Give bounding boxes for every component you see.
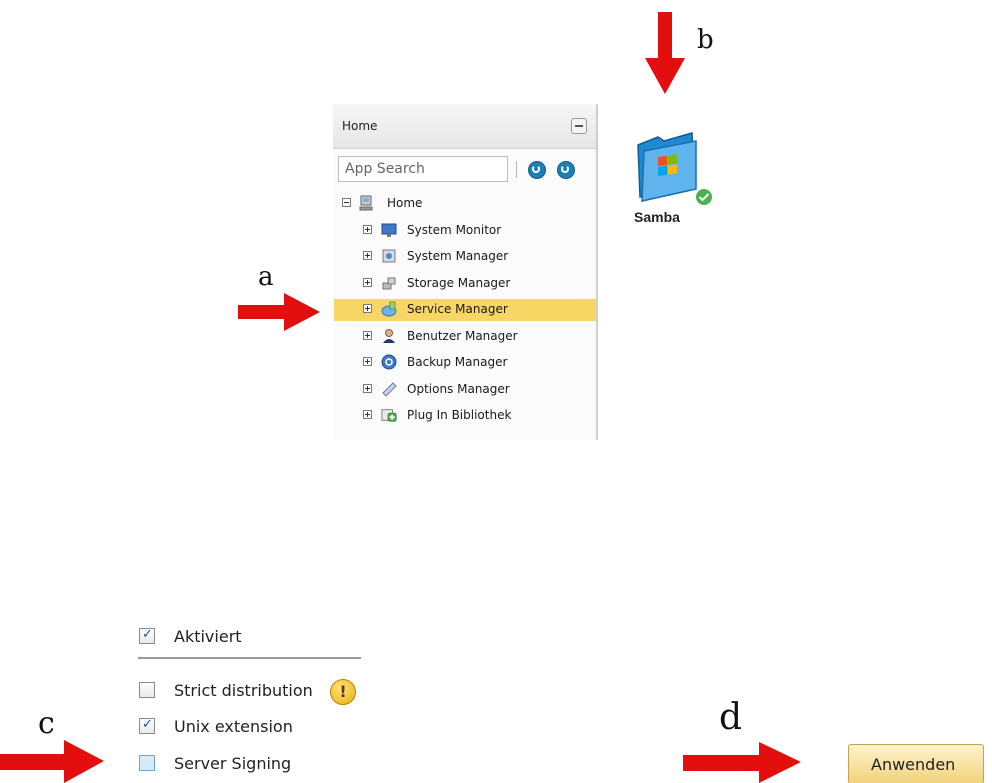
expand-icon[interactable] — [363, 331, 372, 340]
server-signing-checkbox[interactable] — [139, 755, 155, 771]
aktiviert-label: Aktiviert — [174, 627, 242, 646]
collapse-tree-icon[interactable] — [342, 198, 351, 207]
system-manager-icon — [382, 249, 396, 263]
arrow-c — [0, 740, 104, 783]
samba-label: Samba — [634, 209, 680, 225]
unix-extension-label: Unix extension — [174, 717, 293, 736]
storage-icon — [382, 277, 396, 290]
tree-item-benutzer-manager[interactable]: Benutzer Manager — [333, 326, 595, 348]
options-divider — [138, 657, 361, 659]
arrow-d — [683, 742, 801, 783]
tree-item-label: Plug In Bibliothek — [407, 408, 512, 422]
tree-item-storage-manager[interactable]: Storage Manager — [333, 273, 595, 295]
tree-item-system-manager[interactable]: System Manager — [333, 246, 595, 268]
options-icon — [382, 382, 397, 397]
label-b: b — [697, 25, 714, 55]
tree-item-label: System Monitor — [407, 223, 502, 237]
user-icon — [383, 329, 395, 343]
warning-icon[interactable]: ! — [330, 679, 356, 705]
expand-icon[interactable] — [363, 410, 372, 419]
tree-item-label: Options Manager — [407, 382, 510, 396]
backup-icon — [381, 354, 397, 370]
toolbar-separator — [516, 161, 517, 178]
apply-button[interactable]: Anwenden — [848, 744, 984, 783]
tree-root[interactable]: Home — [333, 193, 595, 215]
label-a: a — [258, 262, 274, 292]
strict-distribution-checkbox[interactable] — [139, 682, 155, 698]
status-ok-icon — [694, 187, 714, 207]
expand-icon[interactable] — [363, 251, 372, 260]
panel-title: Home — [342, 119, 378, 133]
monitor-icon — [381, 223, 397, 237]
samba-app[interactable] — [634, 131, 714, 207]
tree-item-service-manager[interactable]: Service Manager — [334, 299, 596, 321]
label-c: c — [38, 706, 55, 741]
collapse-button[interactable] — [571, 118, 587, 134]
tree-item-label: System Manager — [407, 249, 509, 263]
tree-item-backup-manager[interactable]: Backup Manager — [333, 352, 595, 374]
plugin-icon — [381, 409, 397, 422]
refresh-icon[interactable] — [528, 161, 546, 179]
tree-item-label: Storage Manager — [407, 276, 511, 290]
home-computer-icon — [359, 195, 373, 211]
expand-icon[interactable] — [363, 304, 372, 313]
home-panel: Home Home System Monitor System Manager — [333, 104, 598, 440]
tree-item-plug-in-bibliothek[interactable]: Plug In Bibliothek — [333, 405, 595, 427]
expand-icon[interactable] — [363, 225, 372, 234]
arrow-a — [238, 293, 320, 331]
tree-item-label: Backup Manager — [407, 355, 508, 369]
unix-extension-checkbox[interactable] — [139, 717, 155, 734]
server-signing-label: Server Signing — [174, 754, 292, 773]
arrow-b — [645, 12, 685, 94]
expand-icon[interactable] — [363, 278, 372, 287]
expand-icon[interactable] — [363, 384, 372, 393]
expand-icon[interactable] — [363, 357, 372, 366]
aktiviert-checkbox[interactable] — [139, 627, 155, 644]
strict-distribution-label: Strict distribution — [174, 681, 313, 700]
sync-icon[interactable] — [557, 161, 575, 179]
panel-header: Home — [333, 104, 596, 149]
tree-root-label: Home — [387, 196, 423, 210]
label-d: d — [719, 697, 743, 738]
app-search-input[interactable] — [338, 156, 508, 182]
tree-item-options-manager[interactable]: Options Manager — [333, 379, 595, 401]
tree-item-system-monitor[interactable]: System Monitor — [333, 220, 595, 242]
tree-item-label: Service Manager — [407, 302, 508, 316]
tree-item-label: Benutzer Manager — [407, 329, 518, 343]
service-manager-icon — [381, 301, 397, 317]
